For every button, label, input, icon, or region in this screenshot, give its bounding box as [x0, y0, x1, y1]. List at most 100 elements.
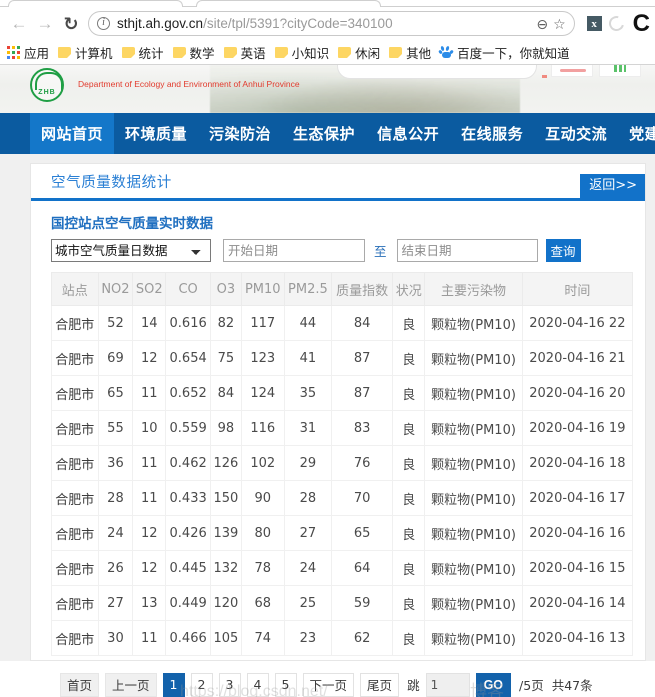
pagination-last[interactable]: 尾页 [360, 672, 400, 697]
cell-station: 合肥市 [51, 305, 99, 341]
browser-tab-1[interactable] [8, 0, 183, 7]
bookmark-apps[interactable]: 应用 [5, 43, 56, 62]
browser-tab-2[interactable] [196, 0, 381, 7]
pagination-page-2[interactable]: 2 [190, 672, 213, 697]
extension-x-icon[interactable]: x [586, 16, 602, 31]
extension-circle-icon[interactable] [605, 13, 627, 34]
banner-button-2[interactable] [599, 65, 641, 77]
nav-item-home[interactable]: 网站首页 [30, 113, 115, 154]
cell-level: 良 [392, 550, 426, 586]
query-button[interactable]: 查询 [545, 239, 581, 262]
site-search-box[interactable] [337, 65, 537, 79]
browser-toolbar: ← → ↻ i sthjt.ah.gov.cn/site/tpl/5391?ci… [0, 7, 655, 40]
cell-pm25: 25 [283, 585, 333, 621]
main-navigation: 网站首页 环境质量 污染防治 生态保护 信息公开 在线服务 互动交流 党建纪检 [0, 113, 655, 154]
column-header-aqi: 质量指数 [331, 272, 394, 306]
cell-pollutant: 颗粒物(PM10) [424, 550, 523, 586]
bookmark-folder-leisure[interactable]: 休闲 [336, 43, 387, 62]
pagination-page-4[interactable]: 4 [246, 672, 269, 697]
bookmark-star-icon[interactable]: ☆ [553, 17, 566, 31]
folder-icon [223, 46, 237, 58]
cell-no2: 52 [97, 305, 134, 341]
cell-pm10: 116 [240, 410, 285, 446]
air-quality-table: 站点 NO2 SO2 CO O3 PM10 PM2.5 质量指数 状况 主要污染… [51, 272, 634, 656]
bookmark-folder-computer[interactable]: 计算机 [56, 43, 120, 62]
pagination-next[interactable]: 下一页 [302, 672, 355, 697]
bookmark-folder-english[interactable]: 英语 [222, 43, 273, 62]
pagination: 首页 上一页 1 2 3 4 5 下一页 尾页 跳 GO /5页 共47条 ht… [0, 661, 655, 697]
cell-no2: 26 [97, 550, 134, 586]
nav-item-information-disclosure[interactable]: 信息公开 [366, 113, 450, 154]
banner-button-1[interactable] [551, 65, 593, 77]
cell-pm25: 31 [283, 410, 333, 446]
pagination-prev[interactable]: 上一页 [105, 672, 157, 697]
table-row: 合肥市 65 11 0.652 84 124 35 87 良颗粒物(PM10) 2020-04-1… [51, 375, 634, 411]
cell-pm10: 68 [240, 585, 285, 621]
cell-o3: 84 [209, 375, 242, 411]
table-row: 合肥市 36 11 0.462 126 102 29 76 良颗粒物(PM10) 2020-04-… [51, 445, 634, 481]
reload-icon[interactable]: ↻ [58, 11, 84, 37]
end-date-input[interactable] [396, 239, 538, 262]
cell-o3: 98 [209, 410, 242, 446]
bookmark-folder-tips[interactable]: 小知识 [273, 43, 337, 62]
bookmark-folder-statistics[interactable]: 统计 [120, 43, 171, 62]
cell-pm10: 74 [240, 620, 285, 656]
bookmark-baidu[interactable]: 百度一下，你就知道 [438, 43, 577, 62]
nav-item-party-building[interactable]: 党建纪检 [618, 113, 655, 154]
nav-item-pollution-control[interactable]: 污染防治 [198, 113, 282, 154]
go-button[interactable]: GO [475, 672, 512, 697]
cell-station: 合肥市 [51, 445, 99, 481]
column-header-station: 站点 [51, 272, 99, 306]
table-row: 合肥市 69 12 0.654 75 123 41 87 良颗粒物(PM10) 2020-04-1… [51, 340, 634, 376]
site-banner: ZHB Department of Ecology and Environmen… [0, 65, 655, 113]
site-info-icon[interactable]: i [97, 17, 110, 30]
pagination-page-1[interactable]: 1 [162, 672, 185, 697]
nav-item-environment-quality[interactable]: 环境质量 [114, 113, 198, 154]
folder-icon [274, 46, 288, 58]
cell-co: 0.466 [165, 620, 211, 656]
dataset-select[interactable]: 城市空气质量日数据 [51, 239, 211, 262]
table-head: 站点 NO2 SO2 CO O3 PM10 PM2.5 质量指数 状况 主要污染… [51, 272, 634, 306]
back-button[interactable]: 返回>> [580, 174, 645, 198]
zhb-logo-text: ZHB [38, 89, 56, 96]
bookmark-folder-other[interactable]: 其他 [387, 43, 438, 62]
cell-aqi: 70 [331, 480, 394, 516]
cell-pm25: 23 [283, 620, 333, 656]
cell-station: 合肥市 [51, 550, 99, 586]
start-date-input[interactable] [223, 239, 365, 262]
nav-item-ecological-protection[interactable]: 生态保护 [282, 113, 366, 154]
cell-time: 2020-04-16 19 [521, 410, 634, 446]
address-bar[interactable]: i sthjt.ah.gov.cn/site/tpl/5391?cityCode… [88, 11, 575, 36]
pagination-page-5[interactable]: 5 [274, 672, 297, 697]
pagination-page-3[interactable]: 3 [218, 672, 241, 697]
extension-c-icon[interactable]: C [633, 11, 650, 36]
pagination-first[interactable]: 首页 [60, 672, 100, 697]
cell-pollutant: 颗粒物(PM10) [424, 375, 523, 411]
cell-o3: 139 [209, 515, 242, 551]
cell-level: 良 [392, 340, 426, 376]
nav-item-online-services[interactable]: 在线服务 [450, 113, 534, 154]
cell-pollutant: 颗粒物(PM10) [424, 340, 523, 376]
cell-o3: 82 [209, 305, 242, 341]
table-body: 合肥市 52 14 0.616 82 117 44 84 良颗粒物(PM10) 2020-04-1… [51, 305, 634, 656]
column-header-pm10: PM10 [240, 272, 285, 306]
cell-pollutant: 颗粒物(PM10) [424, 305, 523, 341]
bookmark-folder-math[interactable]: 数学 [171, 43, 222, 62]
table-row: 合肥市 30 11 0.466 105 74 23 62 良颗粒物(PM10) 2020-04-1… [51, 620, 634, 656]
folder-icon [172, 46, 186, 58]
jump-page-input[interactable] [425, 672, 470, 697]
folder-icon [338, 46, 352, 58]
cell-o3: 126 [209, 445, 242, 481]
back-icon[interactable]: ← [6, 11, 32, 37]
forward-icon[interactable]: → [32, 11, 58, 37]
cell-aqi: 83 [331, 410, 394, 446]
column-header-pollutant: 主要污染物 [424, 272, 523, 306]
zoom-out-icon[interactable]: ⊖ [536, 17, 548, 31]
cell-pm25: 41 [283, 340, 333, 376]
column-header-co: CO [165, 272, 211, 306]
cell-time: 2020-04-16 13 [521, 620, 634, 656]
nav-item-interaction[interactable]: 互动交流 [534, 113, 618, 154]
cell-pollutant: 颗粒物(PM10) [424, 585, 523, 621]
bookmark-label: 应用 [24, 46, 50, 61]
cell-co: 0.652 [165, 375, 211, 411]
